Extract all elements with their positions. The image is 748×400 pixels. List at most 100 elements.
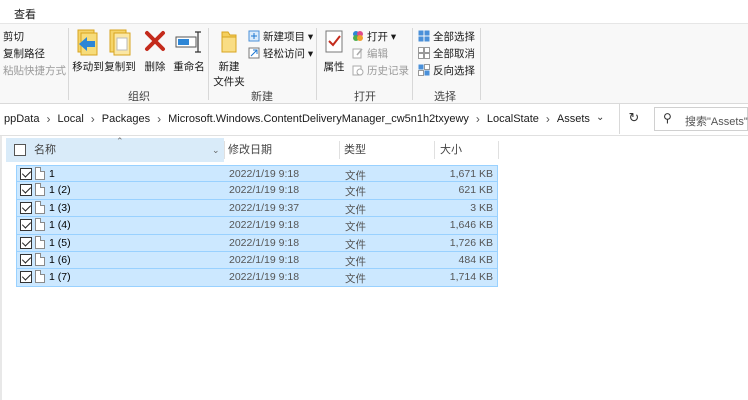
chevron-right-icon[interactable]: ›: [154, 112, 164, 126]
delete-label: 删除: [144, 61, 166, 73]
file-type: 文件: [345, 238, 366, 251]
table-row[interactable]: 1 (5) 2022/1/19 9:18 文件 1,726 KB: [16, 234, 498, 252]
table-row[interactable]: 1 (6) 2022/1/19 9:18 文件 484 KB: [16, 251, 498, 270]
file-size: 484 KB: [458, 253, 493, 266]
file-size: 1,714 KB: [449, 271, 493, 284]
cut-button[interactable]: 剪切: [3, 29, 24, 44]
search-input[interactable]: ⚲ 搜索"Assets": [654, 107, 748, 131]
column-header-type[interactable]: 类型: [344, 138, 366, 162]
copy-to-label: 复制到: [104, 61, 136, 73]
file-icon: [35, 183, 45, 197]
table-row[interactable]: 1 2022/1/19 9:18 文件 1,671 KB: [16, 165, 498, 183]
chevron-right-icon[interactable]: ›: [43, 112, 53, 126]
file-modified: 2022/1/19 9:18: [229, 168, 300, 180]
properties-button[interactable]: 属性: [320, 28, 348, 74]
new-folder-label-line1: 新建: [218, 61, 240, 73]
column-divider[interactable]: [498, 141, 499, 159]
file-type: 文件: [345, 203, 366, 216]
file-type: 文件: [345, 221, 366, 234]
easy-access-icon: [248, 47, 260, 59]
column-header-size[interactable]: 大小: [440, 138, 462, 162]
select-none-label: 全部取消: [433, 48, 475, 60]
file-icon: [35, 167, 45, 180]
select-group-label: 选择: [434, 91, 456, 103]
column-divider[interactable]: [434, 141, 435, 159]
group-separator: [316, 28, 317, 100]
select-all-checkbox[interactable]: [14, 144, 26, 156]
menu-bar: 查看: [0, 0, 748, 24]
breadcrumb-item[interactable]: LocalState: [483, 113, 543, 125]
chevron-down-icon: ▾: [307, 48, 314, 60]
copy-to-button[interactable]: 复制到: [104, 28, 136, 74]
breadcrumb-item[interactable]: Assets: [553, 113, 594, 125]
easy-access-button[interactable]: 轻松访问 ▾: [248, 46, 313, 61]
open-button[interactable]: 打开 ▾: [352, 29, 396, 44]
breadcrumb-item[interactable]: Local: [53, 113, 87, 125]
column-divider[interactable]: [224, 141, 225, 159]
chevron-right-icon[interactable]: ›: [88, 112, 98, 126]
select-none-icon: [418, 47, 430, 59]
new-item-button[interactable]: 新建项目 ▾: [248, 29, 313, 44]
row-checkbox[interactable]: [20, 168, 32, 180]
history-icon: [352, 65, 364, 76]
select-none-button[interactable]: 全部取消: [418, 46, 475, 61]
table-row[interactable]: 1 (3) 2022/1/19 9:37 文件 3 KB: [16, 199, 498, 218]
organize-group-label: 组织: [128, 91, 150, 103]
refresh-icon[interactable]: ↻: [624, 110, 644, 128]
breadcrumb-item[interactable]: ppData: [0, 113, 43, 125]
file-size: 621 KB: [458, 184, 493, 197]
new-folder-button[interactable]: 新建 文件夹: [212, 28, 246, 89]
properties-icon: [325, 30, 343, 53]
address-history-dropdown[interactable]: ⌄: [596, 112, 604, 123]
table-row[interactable]: 1 (2) 2022/1/19 9:18 文件 621 KB: [16, 182, 498, 200]
column-divider[interactable]: [339, 141, 340, 159]
invert-selection-label: 反向选择: [433, 65, 475, 77]
select-all-button[interactable]: 全部选择: [418, 29, 475, 44]
row-checkbox[interactable]: [20, 219, 32, 232]
row-checkbox[interactable]: [20, 271, 32, 284]
column-name-label: 名称: [34, 144, 56, 156]
rename-button[interactable]: 重命名: [172, 28, 206, 74]
new-group-label: 新建: [251, 91, 273, 103]
row-checkbox[interactable]: [20, 201, 32, 214]
breadcrumb-item[interactable]: Packages: [98, 113, 154, 125]
breadcrumb-item[interactable]: Microsoft.Windows.ContentDeliveryManager…: [164, 113, 473, 125]
column-header-name[interactable]: ⌃ 名称 ⌄: [6, 136, 224, 162]
file-icon: [35, 218, 45, 232]
move-to-icon: [77, 29, 98, 56]
menu-view[interactable]: 查看: [14, 6, 36, 22]
copy-to-icon: [109, 29, 131, 56]
delete-icon: [145, 31, 165, 51]
history-button[interactable]: 历史记录: [352, 63, 409, 78]
edit-button[interactable]: 编辑: [352, 46, 388, 61]
select-all-icon: [418, 30, 430, 42]
open-group-label: 打开: [354, 91, 376, 103]
chevron-right-icon[interactable]: ›: [473, 112, 483, 126]
table-row[interactable]: 1 (4) 2022/1/19 9:18 文件 1,646 KB: [16, 217, 498, 235]
column-header-modified[interactable]: 修改日期: [228, 138, 272, 162]
invert-selection-icon: [418, 64, 430, 76]
file-name: 1 (7): [49, 271, 71, 284]
breadcrumb[interactable]: ppData › Local › Packages › Microsoft.Wi…: [0, 104, 620, 134]
history-label: 历史记录: [367, 65, 409, 77]
move-to-label: 移动到: [72, 61, 104, 73]
paste-shortcut-button[interactable]: 粘贴快捷方式: [3, 63, 66, 78]
table-row[interactable]: 1 (7) 2022/1/19 9:18 文件 1,714 KB: [16, 269, 498, 287]
rename-icon: [175, 31, 201, 53]
chevron-down-icon: ▾: [307, 31, 314, 43]
column-header-row: ⌃ 名称 ⌄ 修改日期 类型 大小: [4, 136, 748, 162]
chevron-down-icon[interactable]: ⌄: [212, 138, 220, 162]
file-name: 1 (5): [49, 236, 71, 249]
row-checkbox[interactable]: [20, 184, 32, 197]
move-to-button[interactable]: 移动到: [72, 28, 104, 74]
file-type: 文件: [345, 186, 366, 199]
delete-button[interactable]: 删除: [142, 28, 168, 74]
file-size: 1,671 KB: [449, 168, 493, 180]
chevron-right-icon[interactable]: ›: [543, 112, 553, 126]
row-checkbox[interactable]: [20, 236, 32, 249]
row-checkbox[interactable]: [20, 253, 32, 266]
new-folder-icon: [221, 31, 237, 53]
copy-path-button[interactable]: 复制路径: [3, 46, 45, 61]
invert-selection-button[interactable]: 反向选择: [418, 63, 475, 78]
file-name: 1 (4): [49, 219, 71, 232]
